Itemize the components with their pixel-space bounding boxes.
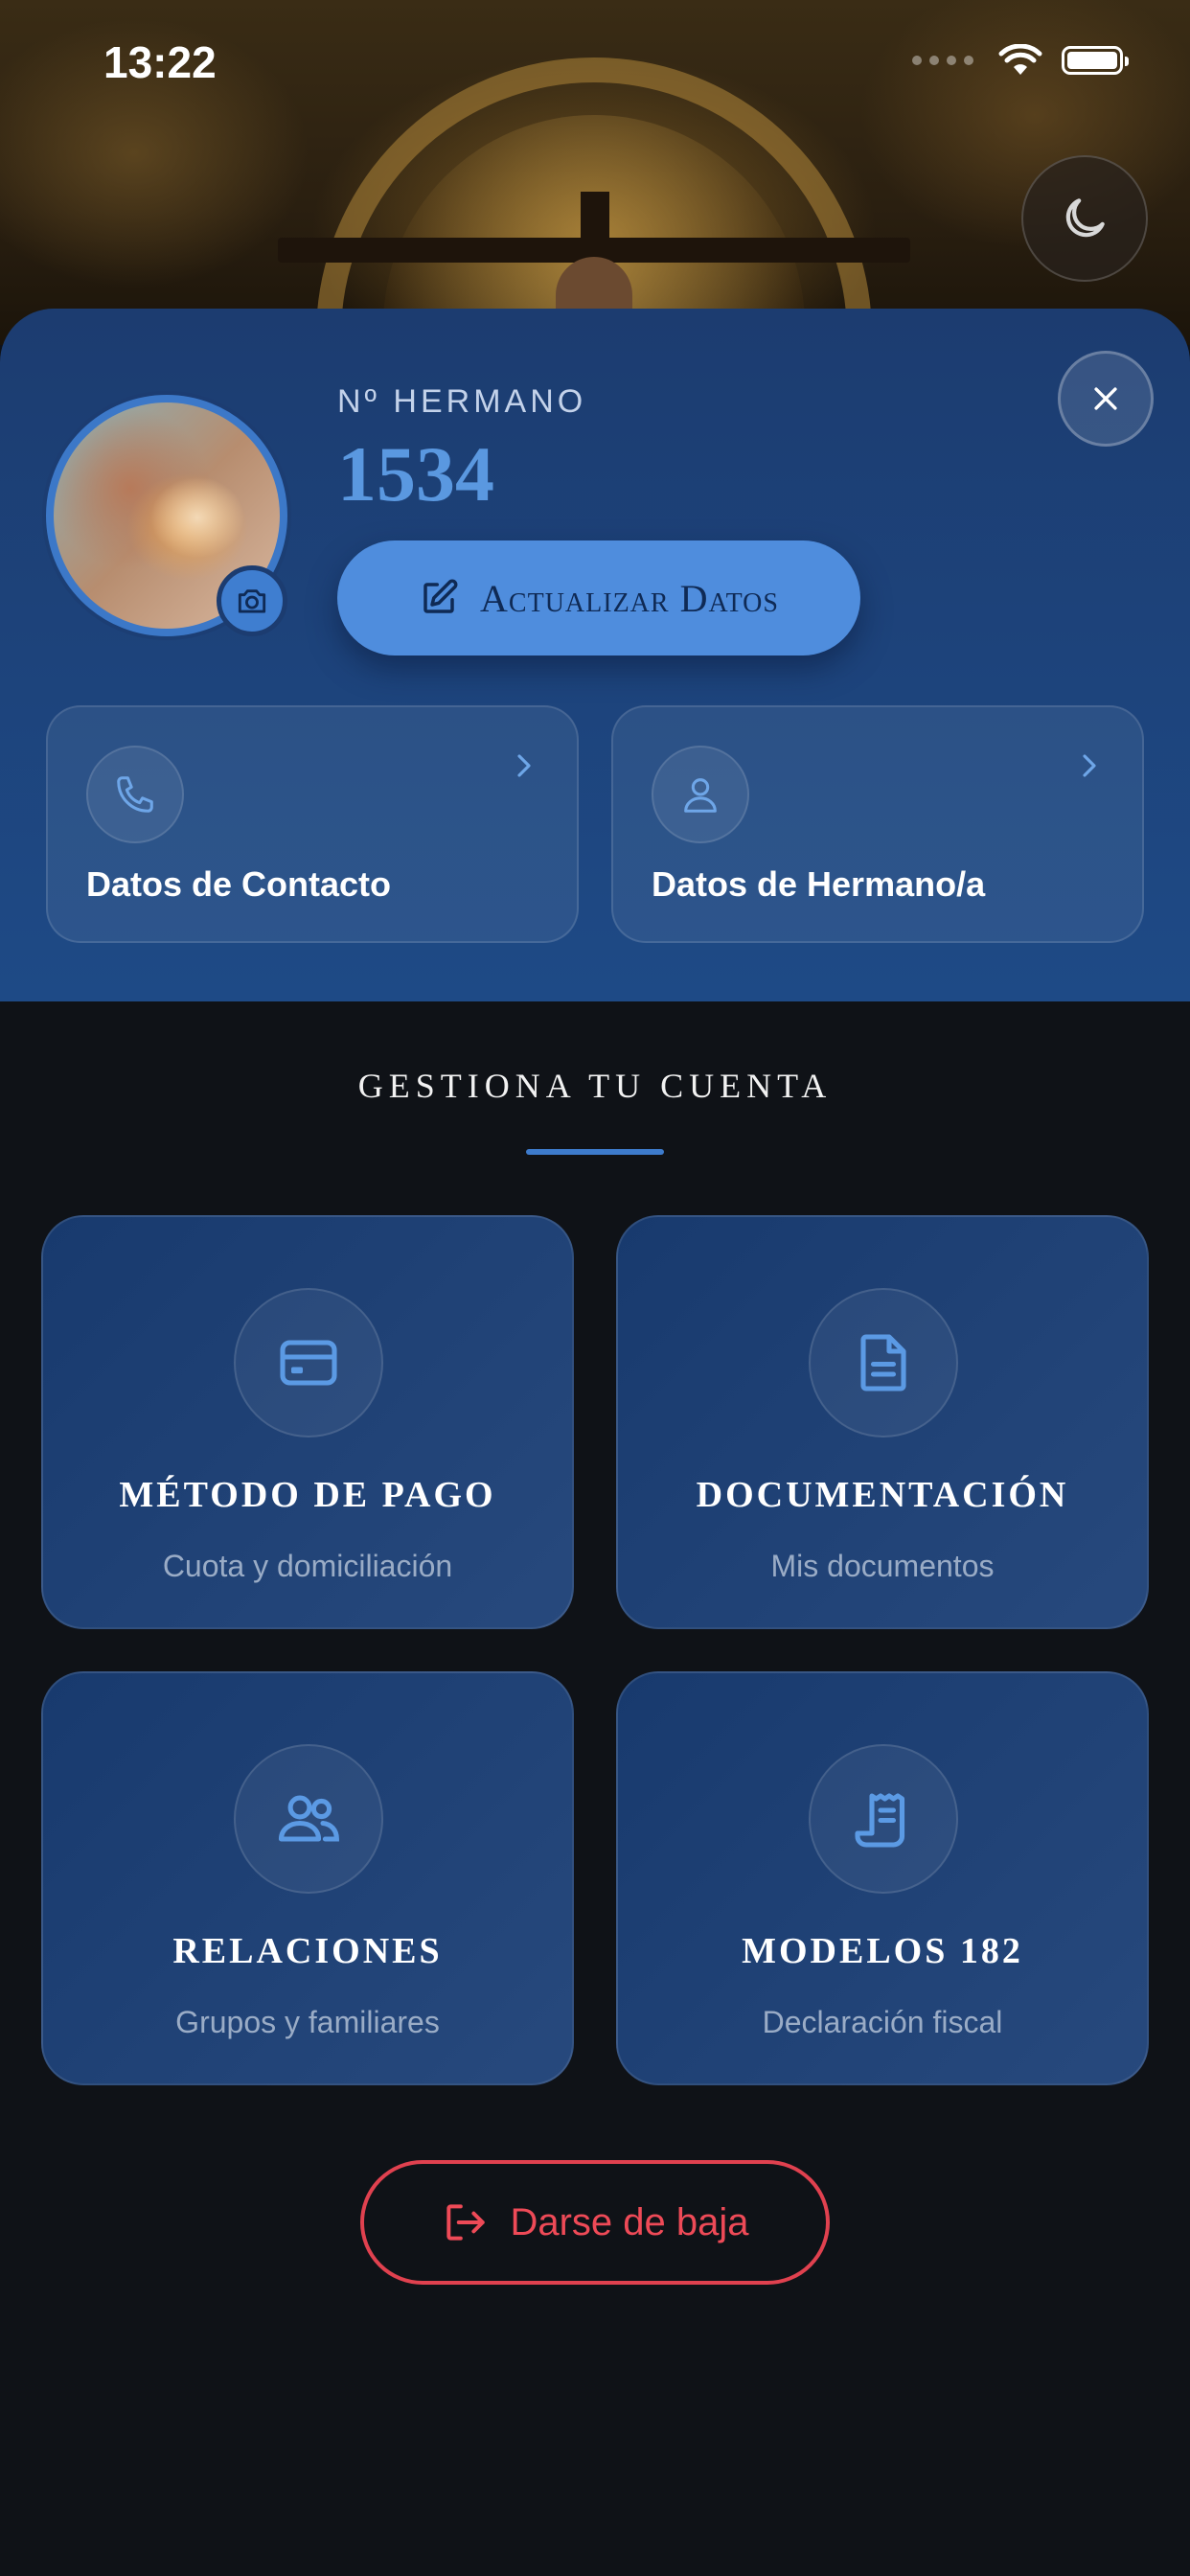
relations-subtitle: Grupos y familiares (175, 2005, 440, 2039)
wifi-icon (998, 44, 1042, 75)
payment-method-subtitle: Cuota y domiciliación (162, 1549, 453, 1583)
credit-card-icon (280, 1340, 337, 1386)
models-182-tile[interactable]: MODELOS 182 Declaración fiscal (616, 1671, 1149, 2085)
person-icon-circle (652, 746, 749, 843)
receipt-icon (855, 1793, 905, 1848)
person-icon (684, 778, 717, 813)
edit-icon (423, 579, 458, 613)
status-time: 13:22 (103, 37, 217, 87)
credit-card-icon-circle (234, 1288, 383, 1438)
payment-method-title: MÉTODO DE PAGO (119, 1475, 496, 1515)
section-title: GESTIONA TU CUENTA (357, 1067, 833, 1105)
unsubscribe-button[interactable]: Darse de baja (360, 2160, 830, 2285)
contact-data-label: Datos de Contacto (86, 864, 392, 904)
document-icon (860, 1334, 906, 1392)
users-icon-circle (234, 1744, 383, 1894)
status-icons (912, 44, 1129, 77)
documentation-subtitle: Mis documentos (770, 1549, 995, 1583)
unsubscribe-label: Darse de baja (510, 2200, 749, 2243)
close-icon (1094, 387, 1117, 410)
update-data-button[interactable]: Actualizar Datos (337, 540, 860, 656)
close-button[interactable] (1058, 351, 1154, 447)
battery-icon (1062, 46, 1129, 75)
users-icon (278, 1795, 339, 1842)
section-divider (526, 1149, 664, 1155)
phone-icon (117, 776, 153, 813)
avatar-container (46, 395, 287, 636)
phone-icon-circle (86, 746, 184, 843)
contact-data-card[interactable]: Datos de Contacto (46, 705, 579, 943)
chevron-right-icon (517, 754, 531, 777)
member-data-card[interactable]: Datos de Hermano/a (611, 705, 1144, 943)
moon-icon (1065, 198, 1105, 238)
payment-method-tile[interactable]: MÉTODO DE PAGO Cuota y domiciliación (41, 1215, 574, 1629)
member-data-label: Datos de Hermano/a (652, 864, 986, 904)
relations-tile[interactable]: RELACIONES Grupos y familiares (41, 1671, 574, 2085)
document-icon-circle (809, 1288, 958, 1438)
documentation-tile[interactable]: DOCUMENTACIÓN Mis documentos (616, 1215, 1149, 1629)
dark-mode-toggle-button[interactable] (1021, 155, 1148, 282)
models-182-title: MODELOS 182 (742, 1931, 1023, 1971)
camera-icon (238, 589, 266, 613)
status-bar: 13:22 (0, 0, 1190, 134)
receipt-icon-circle (809, 1744, 958, 1894)
relations-title: RELACIONES (172, 1931, 443, 1971)
member-number-value: 1534 (337, 430, 494, 518)
update-data-label: Actualizar Datos (480, 576, 779, 620)
logout-icon (446, 2204, 486, 2241)
signal-dots-icon (912, 56, 973, 65)
change-photo-button[interactable] (217, 565, 287, 636)
models-182-subtitle: Declaración fiscal (762, 2005, 1003, 2039)
documentation-title: DOCUMENTACIÓN (696, 1475, 1069, 1515)
member-number-label: Nº HERMANO (337, 383, 587, 420)
chevron-right-icon (1083, 754, 1096, 777)
